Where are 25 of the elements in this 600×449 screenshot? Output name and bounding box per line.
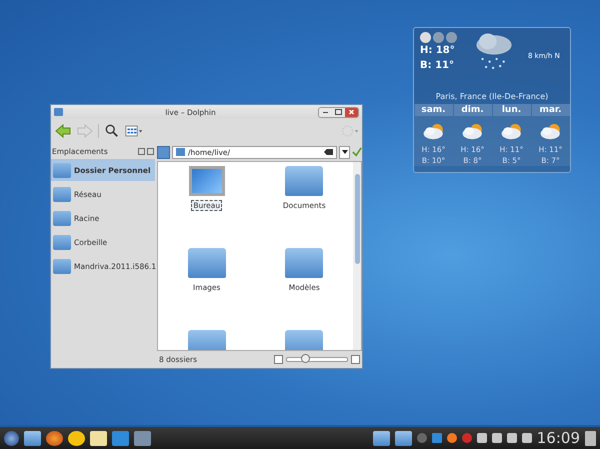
day-label: mar. <box>532 104 570 116</box>
clear-icon[interactable] <box>324 149 333 155</box>
view-mode-icon[interactable] <box>125 124 143 138</box>
day-label: dim. <box>454 104 492 116</box>
zoom-in-icon[interactable] <box>351 355 360 364</box>
start-menu-icon[interactable] <box>4 430 19 446</box>
dropdown-button[interactable] <box>339 146 350 158</box>
location-text: Paris, France (Ile-De-France) <box>434 92 550 101</box>
cloud-sun-icon <box>500 122 524 142</box>
high-temperature: H: 18° <box>420 44 456 58</box>
back-arrow-icon[interactable] <box>54 124 72 138</box>
clock[interactable]: 16:09 <box>536 429 580 447</box>
cloud-sun-icon <box>460 122 484 142</box>
checkmark-icon[interactable] <box>352 147 362 157</box>
zoom-out-icon[interactable] <box>274 355 283 364</box>
minimize-button[interactable] <box>319 108 332 116</box>
maximize-button[interactable] <box>332 108 345 116</box>
close-button[interactable] <box>345 108 358 116</box>
cloud-sun-icon <box>422 122 446 142</box>
scrollbar[interactable] <box>353 162 361 350</box>
cloud-sun-icon <box>538 122 562 142</box>
day-label: lun. <box>492 104 530 116</box>
day-label: sam. <box>414 104 452 116</box>
zoom-slider[interactable] <box>286 357 348 362</box>
low-temperature: B: 11° <box>420 59 456 73</box>
